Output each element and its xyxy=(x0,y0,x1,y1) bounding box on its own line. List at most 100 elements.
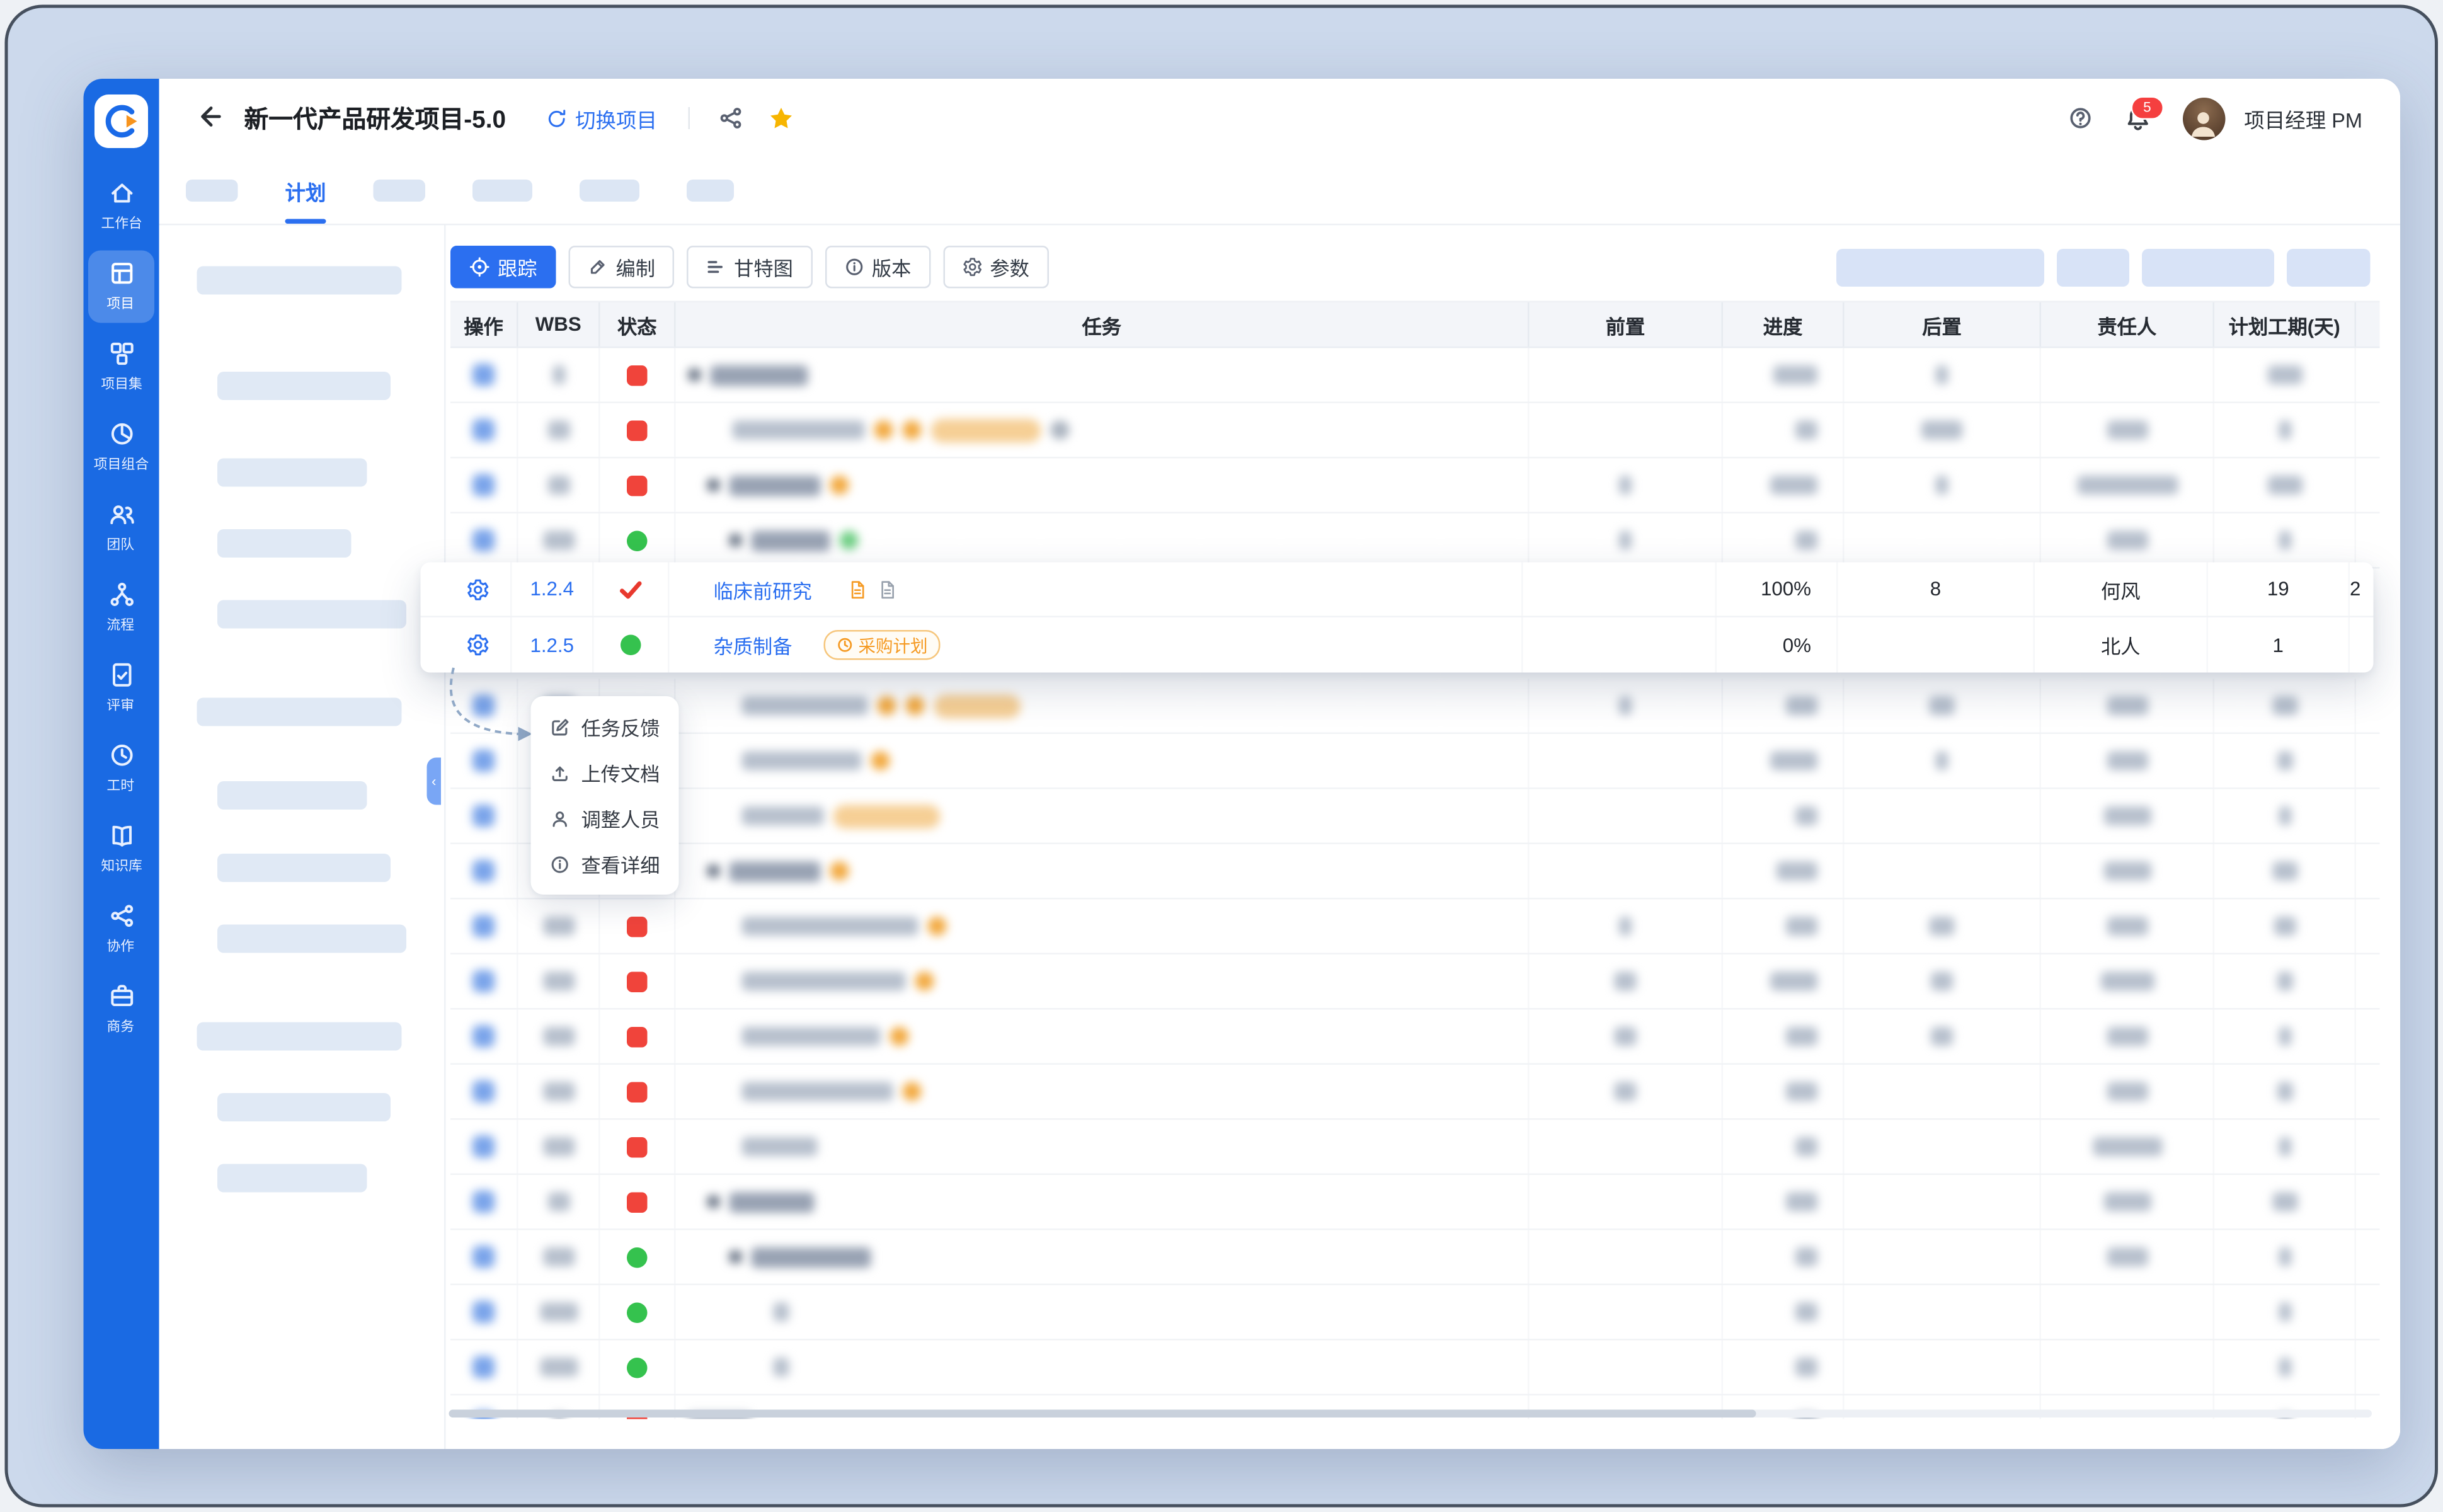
cell xyxy=(594,617,670,673)
cell xyxy=(450,1120,518,1174)
doc-orange-icon[interactable] xyxy=(847,579,867,600)
cell xyxy=(1530,403,1723,457)
params-button[interactable]: 参数 xyxy=(942,246,1048,289)
tab-placeholder[interactable] xyxy=(472,180,533,202)
sidebar-item-business[interactable]: 商务 xyxy=(88,973,154,1046)
toolbar-placeholder-button[interactable] xyxy=(2142,248,2274,286)
table-row[interactable] xyxy=(450,348,2380,403)
blurred-text xyxy=(830,476,849,495)
red-status-icon xyxy=(627,1026,648,1047)
tab-plan[interactable]: 计划 xyxy=(285,158,326,224)
tab-placeholder[interactable] xyxy=(687,180,735,202)
table-row[interactable] xyxy=(450,1065,2380,1120)
blurred-text xyxy=(2103,806,2151,825)
tab-placeholder[interactable] xyxy=(186,180,238,202)
menu-item-feedback[interactable]: 任务反馈 xyxy=(531,704,679,750)
wbs-panel-item[interactable] xyxy=(217,600,406,629)
blurred-text xyxy=(1770,476,1817,495)
wbs-panel-item[interactable] xyxy=(197,1022,402,1051)
sidebar-item-label: 项目集 xyxy=(100,377,142,393)
toolbar-placeholder-button[interactable] xyxy=(1836,248,2044,286)
wbs-panel-item[interactable] xyxy=(217,372,391,400)
help-icon[interactable] xyxy=(2068,106,2093,131)
cell xyxy=(2214,513,2356,567)
blurred-text xyxy=(874,420,893,440)
wbs-panel-item[interactable] xyxy=(197,697,402,726)
gear-icon[interactable] xyxy=(466,633,489,657)
table-row[interactable] xyxy=(450,734,2380,789)
cell xyxy=(1845,1009,2041,1063)
sidebar-item-project-sets[interactable]: 项目集 xyxy=(88,331,154,403)
table-row[interactable] xyxy=(450,458,2380,513)
cell xyxy=(518,1065,600,1118)
back-button[interactable] xyxy=(194,103,226,134)
table-row[interactable] xyxy=(450,899,2380,954)
favorite-star-icon[interactable] xyxy=(769,106,794,131)
table-row[interactable] xyxy=(450,789,2380,844)
wbs-panel-item[interactable] xyxy=(217,1164,367,1193)
track-button[interactable]: 跟踪 xyxy=(450,246,556,289)
table-row[interactable] xyxy=(450,1009,2380,1065)
sidebar-item-process[interactable]: 流程 xyxy=(88,572,154,644)
table-row[interactable] xyxy=(450,1340,2380,1395)
toolbar-placeholder-button[interactable] xyxy=(2057,248,2129,286)
task-row-1.2.5[interactable]: 1.2.5 杂质制备 采购计划 0% 北人 1 xyxy=(421,617,2374,673)
cell xyxy=(2214,403,2356,457)
menu-item-detail[interactable]: 查看详细 xyxy=(531,841,679,887)
gantt-button[interactable]: 甘特图 xyxy=(687,246,812,289)
procurement-plan-tag[interactable]: 采购计划 xyxy=(823,630,941,660)
tab-placeholder[interactable] xyxy=(580,180,640,202)
table-row[interactable] xyxy=(450,1230,2380,1285)
sidebar-item-team[interactable]: 团队 xyxy=(88,491,154,564)
sidebar-item-label: 工作台 xyxy=(100,216,142,232)
sidebar-item-review[interactable]: 评审 xyxy=(88,652,154,724)
table-row[interactable] xyxy=(450,1285,2380,1341)
task-row-1.2.4[interactable]: 1.2.4 临床前研究 100% 8 何风 19 2 xyxy=(420,562,2374,617)
sidebar-item-workbench[interactable]: 工作台 xyxy=(88,170,154,243)
gear-icon[interactable] xyxy=(466,577,489,601)
panel-collapse-handle[interactable]: ‹ xyxy=(426,757,441,805)
table-row[interactable] xyxy=(450,403,2380,459)
sidebar-item-label: 流程 xyxy=(107,617,135,634)
share-icon[interactable] xyxy=(719,106,744,131)
wbs-panel-item[interactable] xyxy=(217,1093,391,1121)
sidebar-item-projects[interactable]: 项目 xyxy=(88,250,154,323)
wbs-panel-item[interactable] xyxy=(217,458,367,487)
cell xyxy=(1845,1285,2041,1339)
table-row[interactable] xyxy=(450,954,2380,1010)
blurred-text xyxy=(741,917,918,936)
tab-placeholder[interactable] xyxy=(373,180,426,202)
compile-button[interactable]: 编制 xyxy=(568,246,675,289)
doc-gray-icon[interactable] xyxy=(876,579,897,600)
sidebar-item-portfolio[interactable]: 项目组合 xyxy=(88,411,154,484)
table-row[interactable] xyxy=(450,1175,2380,1230)
version-button[interactable]: 版本 xyxy=(824,246,930,289)
sidebar-item-collab[interactable]: 协作 xyxy=(88,893,154,966)
table-row[interactable] xyxy=(450,513,2380,569)
sidebar-item-knowledge[interactable]: 知识库 xyxy=(88,813,154,885)
wbs-panel-item[interactable] xyxy=(217,924,406,953)
blurred-text xyxy=(472,970,495,992)
scrollbar-thumb[interactable] xyxy=(449,1409,1757,1418)
table-row[interactable] xyxy=(450,679,2380,734)
toolbar-placeholder-button[interactable] xyxy=(2287,248,2371,286)
app-logo[interactable] xyxy=(94,94,148,148)
cell xyxy=(1530,1230,1723,1284)
table-row[interactable] xyxy=(450,844,2380,900)
avatar[interactable] xyxy=(2182,96,2226,140)
cell xyxy=(676,1009,1530,1063)
menu-item-person[interactable]: 调整人员 xyxy=(531,796,679,842)
horizontal-scrollbar[interactable] xyxy=(449,1409,2372,1418)
switch-project-link[interactable]: 切换项目 xyxy=(547,103,657,134)
wbs-panel-item[interactable] xyxy=(217,529,352,558)
clock-icon xyxy=(837,636,854,654)
wbs-panel-item[interactable] xyxy=(197,266,402,295)
sidebar-item-hours[interactable]: 工时 xyxy=(88,733,154,805)
notifications-button[interactable]: 5 xyxy=(2124,95,2164,132)
task-name-link[interactable]: 杂质制备 xyxy=(714,630,792,660)
table-row[interactable] xyxy=(450,1120,2380,1175)
menu-item-upload[interactable]: 上传文档 xyxy=(531,750,679,796)
task-name-link[interactable]: 临床前研究 xyxy=(714,574,812,604)
wbs-panel-item[interactable] xyxy=(217,854,391,882)
wbs-panel-item[interactable] xyxy=(217,781,367,810)
